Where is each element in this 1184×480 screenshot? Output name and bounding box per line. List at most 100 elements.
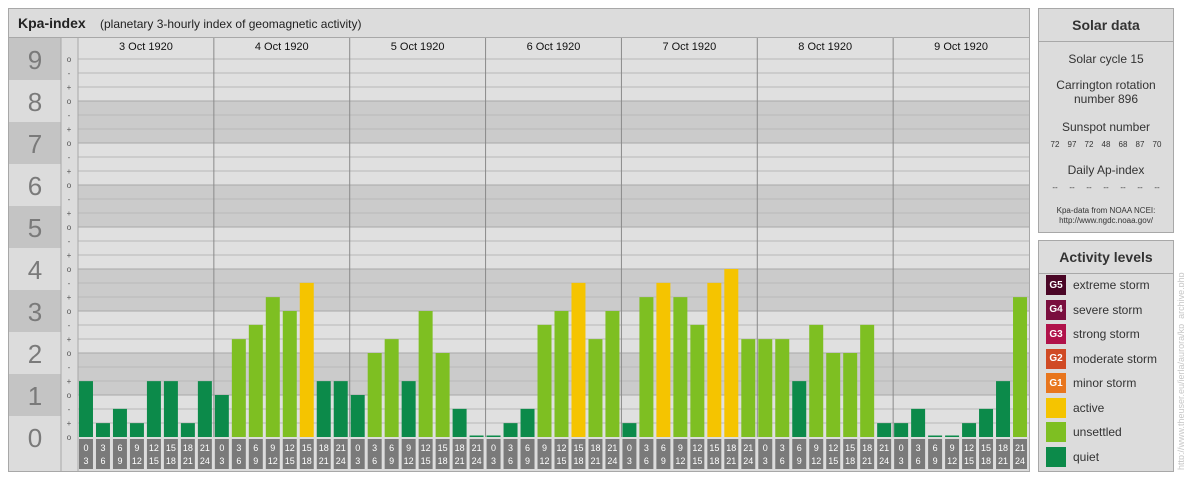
ap-value: --	[1154, 183, 1160, 192]
minor-tick-label: +	[67, 335, 72, 344]
hour-end-label: 6	[916, 456, 921, 466]
hour-end-label: 18	[302, 456, 312, 466]
kp-bar	[775, 339, 790, 437]
kp-bar	[571, 282, 586, 437]
kp-bar	[911, 408, 926, 437]
hour-end-label: 3	[355, 456, 360, 466]
hour-end-label: 15	[285, 456, 295, 466]
legend-label: unsettled	[1073, 425, 1122, 439]
hour-end-label: 3	[491, 456, 496, 466]
hour-start-label: 18	[319, 443, 329, 453]
hour-start-label: 0	[899, 443, 904, 453]
hour-start-label: 6	[525, 443, 530, 453]
y-tick-label: 5	[28, 213, 42, 243]
hour-start-label: 3	[644, 443, 649, 453]
kp-bar	[79, 381, 93, 437]
hour-end-label: 21	[998, 456, 1008, 466]
hour-start-label: 0	[219, 443, 224, 453]
kp-bar	[112, 408, 127, 437]
g5-swatch: G5	[1046, 275, 1066, 295]
hour-start-label: 9	[950, 443, 955, 453]
hour-end-label: 24	[743, 456, 753, 466]
ap-index-label: Daily Ap-index	[1067, 163, 1145, 177]
hour-end-label: 21	[319, 456, 329, 466]
minor-tick-label: -	[68, 321, 71, 330]
kp-bar	[180, 423, 195, 437]
hour-start-label: 3	[780, 443, 785, 453]
minor-tick-label: -	[68, 69, 71, 78]
hour-end-label: 6	[644, 456, 649, 466]
hour-start-label: 21	[336, 443, 346, 453]
carrington-line-1: Carrington rotation	[1056, 78, 1156, 92]
hour-start-label: 6	[117, 443, 122, 453]
level-band	[78, 59, 1029, 101]
legend-item-quiet: quiet	[1046, 446, 1099, 467]
minor-tick-label: o	[67, 139, 72, 148]
hour-start-label: 15	[845, 443, 855, 453]
source-url-watermark: http://www.theuser.eu/ierla/aurora/kp_ar…	[1176, 272, 1184, 470]
kp-bar	[928, 435, 943, 437]
y-tick-label: 4	[28, 255, 42, 285]
y-tick-label: 2	[28, 339, 42, 369]
sunspot-value: 68	[1118, 140, 1128, 149]
hour-start-label: 15	[438, 443, 448, 453]
hour-start-label: 12	[149, 443, 159, 453]
y-tick-label: 0	[28, 423, 42, 453]
hour-end-label: 18	[166, 456, 176, 466]
minor-tick-label: -	[68, 153, 71, 162]
kp-bar	[282, 311, 297, 437]
minor-tick-label: +	[67, 419, 72, 428]
hour-end-label: 21	[183, 456, 193, 466]
legend-item-minor-storm: G1 minor storm	[1046, 373, 1136, 393]
kp-bar	[520, 408, 535, 437]
legend-label: moderate storm	[1073, 351, 1158, 366]
activity-levels-title: Activity levels	[1039, 241, 1173, 274]
data-credit-line-1: Kpa-data from NOAA NCEI:	[1056, 206, 1156, 215]
hour-start-label: 0	[83, 443, 88, 453]
hour-end-label: 18	[845, 456, 855, 466]
kp-bar	[316, 381, 331, 437]
kp-bar	[894, 423, 909, 437]
sunspot-value: 87	[1135, 140, 1145, 149]
minor-tick-label: -	[68, 195, 71, 204]
kp-bar	[622, 423, 637, 437]
hour-start-label: 9	[134, 443, 139, 453]
hour-end-label: 18	[981, 456, 991, 466]
hour-end-label: 15	[692, 456, 702, 466]
kp-bar	[367, 353, 382, 437]
kp-bar	[962, 423, 977, 437]
y-tick-label: 1	[28, 381, 42, 411]
data-credit-link[interactable]: http://www.ngdc.noaa.gov/	[1039, 216, 1173, 226]
level-band	[78, 227, 1029, 269]
hour-start-label: 21	[472, 443, 482, 453]
solar-cycle: Solar cycle 15	[1068, 52, 1144, 66]
hour-end-label: 24	[336, 456, 346, 466]
sunspot-value: 70	[1152, 140, 1162, 149]
hour-start-label: 12	[964, 443, 974, 453]
level-band	[78, 269, 1029, 311]
hour-start-label: 6	[253, 443, 258, 453]
hour-start-label: 18	[455, 443, 465, 453]
ap-value: --	[1069, 183, 1075, 192]
hour-end-label: 9	[253, 456, 258, 466]
level-band	[78, 185, 1029, 227]
minor-tick-label: -	[68, 279, 71, 288]
minor-tick-label: +	[67, 209, 72, 218]
hour-start-label: 12	[421, 443, 431, 453]
hour-end-label: 3	[83, 456, 88, 466]
legend-item-unsettled: unsettled	[1046, 422, 1122, 442]
hour-start-label: 15	[981, 443, 991, 453]
kp-bar	[469, 435, 484, 437]
g2-swatch: G2	[1046, 348, 1066, 369]
hour-start-label: 15	[166, 443, 176, 453]
hour-end-label: 15	[149, 456, 159, 466]
sunspot-value: 72	[1084, 140, 1094, 149]
hour-start-label: 0	[491, 443, 496, 453]
level-band	[78, 101, 1029, 143]
kp-bar	[248, 324, 263, 437]
hour-end-label: 15	[421, 456, 431, 466]
hour-end-label: 6	[372, 456, 377, 466]
hour-end-label: 12	[675, 456, 685, 466]
kp-bar	[945, 435, 960, 437]
kp-bar	[435, 353, 450, 437]
